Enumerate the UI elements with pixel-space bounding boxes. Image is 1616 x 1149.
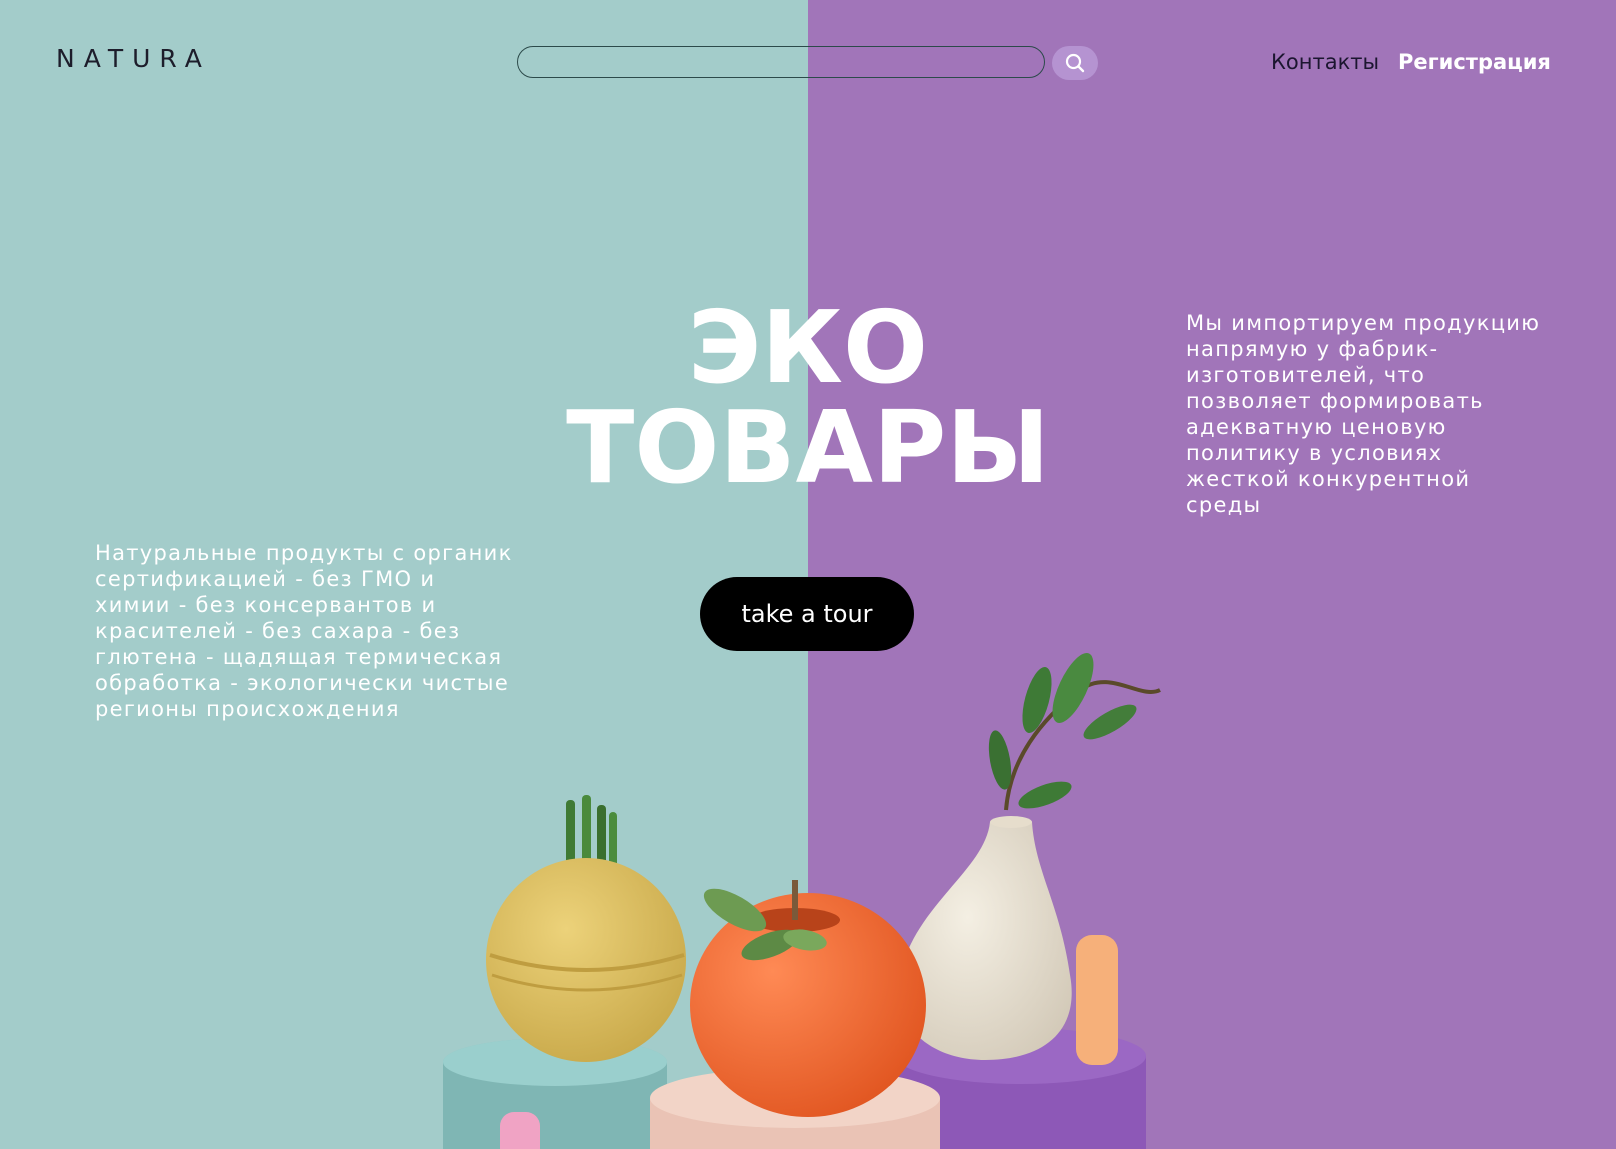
right-description: Мы импортируем продукцию напрямую у фабр…: [1186, 311, 1541, 517]
right-background-panel: [808, 0, 1616, 1149]
search-button[interactable]: [1052, 46, 1098, 80]
search-input[interactable]: [517, 46, 1045, 78]
nav-link-contacts[interactable]: Контакты: [1271, 50, 1379, 74]
search-icon: [1065, 53, 1085, 73]
nav-link-register[interactable]: Регистрация: [1398, 50, 1551, 74]
take-a-tour-button[interactable]: take a tour: [700, 577, 914, 651]
site-logo[interactable]: NATURA: [56, 44, 211, 73]
left-description: Натуральные продукты с органик сертифика…: [95, 541, 513, 721]
